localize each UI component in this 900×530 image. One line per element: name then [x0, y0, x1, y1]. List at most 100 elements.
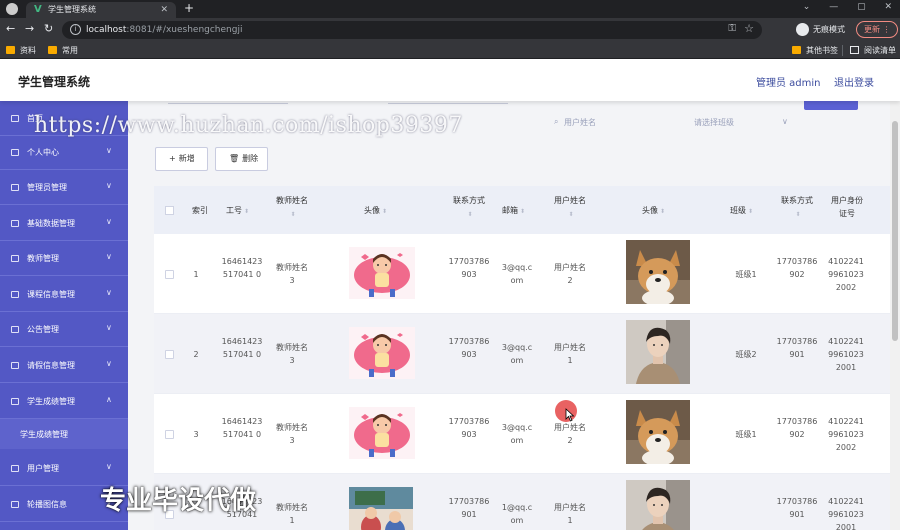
trash-icon: 🗑 — [229, 154, 240, 163]
logout-link[interactable]: 退出登录 — [834, 74, 874, 89]
data-icon — [11, 220, 19, 227]
header-job-no[interactable]: 工号 ⬍ — [226, 204, 249, 218]
cell-teacher-name: 教师姓名3 — [276, 423, 308, 445]
user-avatar-image[interactable] — [626, 320, 690, 384]
header-user-name[interactable]: 用户姓名 ⬍ — [552, 194, 588, 221]
sidebar-item-notices[interactable]: 公告管理 ∨ — [0, 312, 128, 347]
scrollbar-thumb[interactable] — [892, 121, 898, 341]
cell-job-no: 16461423517041 0 — [221, 417, 263, 439]
update-button[interactable]: 更新 ⋮ — [856, 21, 898, 38]
sidebar-subitem-scores[interactable]: 学生成绩管理 — [0, 419, 128, 449]
cell-contact2: 17703786901 — [776, 497, 818, 519]
bookmark-star-icon[interactable]: ☆ — [744, 22, 754, 35]
folder-icon — [792, 46, 801, 54]
sidebar-item-label: 用户管理 — [27, 464, 59, 473]
page-scrollbar[interactable] — [890, 101, 900, 530]
browser-menu-icon[interactable] — [6, 3, 18, 15]
row-checkbox[interactable] — [165, 350, 174, 359]
minimize-icon[interactable]: — — [829, 2, 838, 12]
back-icon[interactable]: ← — [6, 23, 15, 35]
window-close-icon[interactable]: ✕ — [884, 2, 892, 12]
teacher-avatar-image[interactable] — [349, 407, 415, 459]
class-select[interactable]: 请选择班级 — [694, 117, 734, 128]
header-contact[interactable]: 联系方式 ⬍ — [450, 194, 488, 221]
bookmark-folder[interactable]: 资料 — [6, 45, 36, 56]
cell-job-no: 16461423517041 0 — [221, 337, 263, 359]
search-button[interactable] — [804, 101, 858, 110]
other-bookmarks[interactable]: 其他书签 — [792, 45, 838, 56]
forward-icon[interactable]: → — [25, 23, 34, 35]
cell-index: 3 — [193, 430, 199, 439]
row-checkbox[interactable] — [165, 270, 174, 279]
chevron-down-icon[interactable]: ⌄ — [803, 2, 811, 12]
search-icon: ⌕ — [554, 117, 559, 126]
reading-list-icon — [850, 46, 859, 54]
site-info-icon[interactable]: i — [70, 24, 81, 35]
address-bar[interactable]: i localhost:8081/#/xueshengchengji ⚿ ☆ — [62, 21, 762, 39]
sidebar: 首页 个人中心 ∨ 管理员管理 ∨ 基础数据管理 ∨ 教师管理 ∨ 课程信息管理… — [0, 101, 128, 530]
table-row[interactable]: 1 16461423517041 0 教师姓名3 17703786903 3@qq.co… — [154, 234, 900, 314]
reading-list[interactable]: 阅读清单 — [850, 45, 896, 56]
sidebar-item-profile[interactable]: 个人中心 ∨ — [0, 135, 128, 170]
close-icon[interactable]: ✕ — [160, 5, 168, 15]
sidebar-item-teachers[interactable]: 教师管理 ∨ — [0, 241, 128, 276]
table-row[interactable]: 3 16461423517041 0 教师姓名3 17703786903 3@qq.co… — [154, 394, 900, 474]
sidebar-item-admins[interactable]: 管理员管理 ∨ — [0, 170, 128, 205]
sidebar-subitem-label: 学生成绩管理 — [20, 430, 68, 439]
header-class[interactable]: 班级 ⬍ — [730, 204, 753, 218]
plus-icon: + — [169, 154, 176, 163]
sidebar-item-label: 教师管理 — [27, 254, 59, 263]
chevron-up-icon: ∧ — [106, 395, 112, 404]
search-field[interactable] — [388, 103, 508, 104]
cell-contact: 17703786903 — [448, 257, 490, 279]
header-email[interactable]: 邮箱 ⬍ — [502, 204, 525, 218]
search-field[interactable] — [168, 103, 288, 104]
user-avatar-image[interactable] — [626, 400, 690, 464]
teacher-avatar-image[interactable] — [349, 487, 415, 530]
cell-user-name: 用户姓名2 — [554, 423, 586, 445]
table-row[interactable]: 2 16461423517041 0 教师姓名3 17703786903 3@qq.co… — [154, 314, 900, 394]
watermark-brand: 专业毕设代做 — [100, 486, 257, 516]
user-name-search-input[interactable]: 用户姓名 — [564, 117, 596, 128]
key-icon[interactable]: ⚿ — [728, 23, 736, 34]
incognito-profile[interactable]: 无痕模式 — [796, 22, 845, 38]
bookmark-folder[interactable]: 常用 — [48, 45, 78, 56]
chevron-down-icon: ∨ — [782, 117, 788, 126]
maximize-icon[interactable]: ▢ — [857, 2, 866, 12]
cell-teacher-name: 教师姓名1 — [276, 503, 308, 525]
user-avatar-image[interactable] — [626, 480, 690, 530]
url-text: localhost:8081/#/xueshengchengji — [86, 25, 243, 35]
user-avatar-image[interactable] — [626, 240, 690, 304]
header-avatar[interactable]: 头像 ⬍ — [364, 204, 387, 218]
reload-icon[interactable]: ↻ — [44, 23, 53, 35]
cell-contact2: 17703786901 — [776, 337, 818, 359]
row-checkbox[interactable] — [165, 430, 174, 439]
table-row[interactable]: 16461423517041 教师姓名1 17703786901 1@qq.com 用户… — [154, 474, 900, 530]
cell-teacher-name: 教师姓名3 — [276, 343, 308, 365]
header-index: 索引 — [192, 206, 208, 215]
cell-id-card: 410224199610232001 — [828, 497, 864, 530]
sidebar-item-scores[interactable]: 学生成绩管理 ∧ — [0, 384, 128, 419]
delete-button[interactable]: 🗑 删除 — [215, 147, 268, 171]
new-tab-icon[interactable]: + — [184, 1, 194, 15]
cell-id-card: 410224199610232002 — [828, 417, 864, 452]
header-teacher-name[interactable]: 教师姓名 ⬍ — [274, 194, 310, 221]
incognito-icon — [796, 23, 809, 36]
app-title: 学生管理系统 — [18, 75, 91, 89]
add-button[interactable]: + 新增 — [155, 147, 208, 171]
browser-toolbar: ← → ↻ i localhost:8081/#/xueshengchengji… — [0, 18, 900, 42]
teacher-avatar-image[interactable] — [349, 327, 415, 379]
header-avatar2[interactable]: 头像 ⬍ — [642, 204, 665, 218]
header-id-card[interactable]: 用户身份证号 — [830, 194, 864, 220]
sidebar-item-leave[interactable]: 请假信息管理 ∨ — [0, 348, 128, 383]
select-all-checkbox[interactable] — [165, 206, 174, 215]
teacher-avatar-image[interactable] — [349, 247, 415, 299]
folder-icon — [48, 46, 57, 54]
sidebar-item-base-data[interactable]: 基础数据管理 ∨ — [0, 206, 128, 241]
browser-tab[interactable]: V 学生管理系统 ✕ — [26, 2, 176, 18]
header-contact2[interactable]: 联系方式 ⬍ — [778, 194, 816, 221]
sidebar-item-courses[interactable]: 课程信息管理 ∨ — [0, 277, 128, 312]
user-icon — [11, 149, 19, 156]
sort-icon: ⬍ — [660, 208, 666, 215]
cell-class: 班级1 — [735, 270, 757, 279]
